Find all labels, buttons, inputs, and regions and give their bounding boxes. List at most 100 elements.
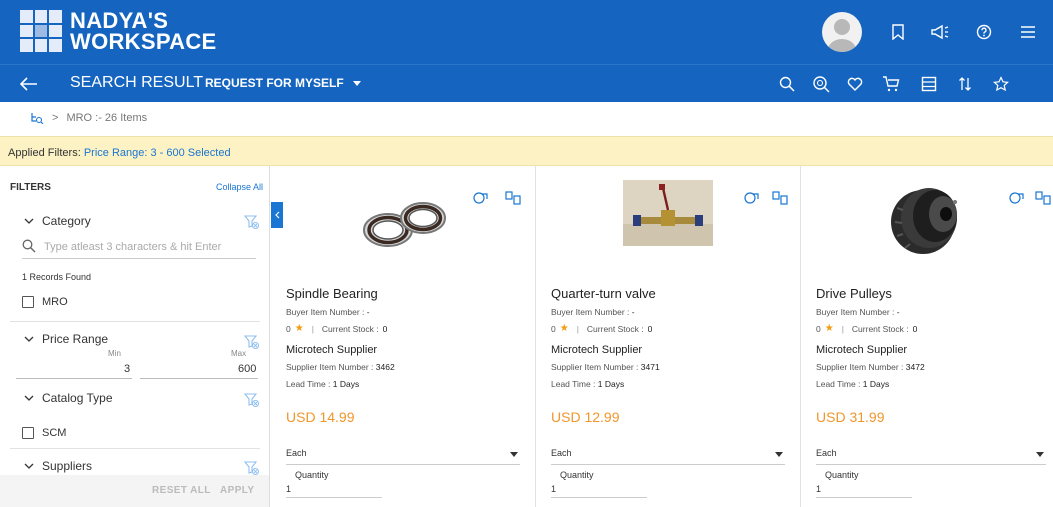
supplier-item-number: Supplier Item Number : 3472 [816,362,925,372]
checkbox[interactable] [22,296,34,308]
product-card[interactable]: Spindle Bearing Buyer Item Number : - 0 … [271,166,536,507]
quantity-input[interactable]: 1 [551,484,647,498]
price-min-underline [16,378,132,379]
search-icon[interactable] [776,73,798,95]
buyer-item-value: - [366,307,370,317]
price-min-input[interactable]: 3 [124,363,130,375]
supplier-name[interactable]: Microtech Supplier [286,344,377,356]
supplier-item-value: 3471 [640,362,660,372]
sort-icon[interactable] [954,73,976,95]
stock-label: Current Stock : [586,323,644,334]
buyer-item-number: Buyer Item Number : - [286,307,370,317]
clear-filter-icon[interactable] [244,334,260,350]
records-found-text: 1 Records Found [22,272,92,282]
request-for-dropdown[interactable]: REQUEST FOR MYSELF [205,76,362,90]
supplier-item-number: Supplier Item Number : 3471 [551,362,660,372]
suppliers-section-toggle[interactable]: Suppliers [24,459,92,473]
announcement-icon[interactable] [928,20,952,44]
cart-icon[interactable] [880,73,902,95]
list-view-icon[interactable] [918,73,940,95]
category-search-placeholder: Type atleast 3 characters & hit Enter [44,241,222,253]
lead-time-value: 1 Days [332,379,360,389]
help-icon[interactable] [972,20,996,44]
product-card[interactable]: Quarter-turn valve Buyer Item Number : -… [536,166,801,507]
filters-sidebar: FILTERS Collapse All Category Type atlea… [0,166,270,507]
caret-down-icon [775,452,783,457]
supplier-name[interactable]: Microtech Supplier [551,344,642,356]
supplier-item-label: Supplier Item Number : [816,362,904,372]
quantity-input[interactable]: 1 [816,484,912,498]
supplier-item-value: 3462 [375,362,395,372]
category-tree-icon[interactable] [30,112,44,124]
divider: | [311,323,314,334]
clear-filter-icon[interactable] [244,460,260,476]
add-to-favorite-icon[interactable] [744,190,760,206]
uom-value: Each [551,448,572,458]
category-search-input[interactable]: Type atleast 3 characters & hit Enter [22,239,256,259]
search-result-title: SEARCH RESULT - [70,74,219,92]
add-to-favorite-icon[interactable] [1009,190,1025,206]
category-option-label: MRO [42,296,68,308]
product-name[interactable]: Quarter-turn valve [551,286,656,301]
product-image-valve[interactable] [623,180,713,246]
page-title: SEARCH RESULT [70,74,203,91]
quantity-label: Quantity [560,470,594,480]
compare-icon[interactable] [772,190,788,206]
price-range-section-toggle[interactable]: Price Range [24,332,108,346]
category-section-toggle[interactable]: Category [24,214,91,228]
clear-filter-icon[interactable] [244,392,260,408]
product-image-bearing[interactable] [348,180,458,260]
add-to-favorite-icon[interactable] [473,190,489,206]
rating-value: 0 [816,323,821,334]
uom-value: Each [816,448,837,458]
product-price: USD 31.99 [816,409,885,425]
heart-icon[interactable] [844,73,866,95]
star-icon[interactable] [990,73,1012,95]
price-max-input[interactable]: 600 [238,363,256,375]
product-card[interactable]: Drive Pulleys Buyer Item Number : - 0 ★ … [801,166,1053,507]
catalog-type-section-toggle[interactable]: Catalog Type [24,391,113,405]
star-icon: ★ [824,323,834,334]
compare-icon[interactable] [1035,190,1051,206]
supplier-name[interactable]: Microtech Supplier [816,344,907,356]
lead-time: Lead Time : 1 Days [816,379,889,389]
hamburger-menu-icon[interactable] [1016,20,1040,44]
applied-filters-banner: Applied Filters: Price Range: 3 - 600 Se… [0,136,1053,166]
unit-of-measure-select[interactable]: Each [286,448,520,465]
quantity-label: Quantity [295,470,329,480]
catalog-option-scm[interactable]: SCM [22,427,66,439]
checkbox[interactable] [22,427,34,439]
product-image-pulley[interactable] [879,178,975,260]
avatar[interactable] [822,12,862,52]
buyer-item-label: Buyer Item Number : [816,307,895,317]
stock-value: 0 [647,323,653,334]
product-price: USD 12.99 [551,409,620,425]
quantity-input[interactable]: 1 [286,484,382,498]
product-name[interactable]: Spindle Bearing [286,286,378,301]
back-arrow-icon[interactable] [18,73,40,95]
reset-all-button[interactable]: RESET ALL [152,485,211,496]
lead-time: Lead Time : 1 Days [551,379,624,389]
apply-button[interactable]: APPLY [220,485,254,496]
buyer-item-label: Buyer Item Number : [551,307,630,317]
product-name[interactable]: Drive Pulleys [816,286,892,301]
applied-filter-value[interactable]: Price Range: 3 - 600 Selected [84,147,231,159]
lead-time-label: Lead Time : [286,379,331,389]
advanced-search-icon[interactable] [810,73,832,95]
stock-label: Current Stock : [851,323,909,334]
bookmark-icon[interactable] [886,20,910,44]
buyer-item-value: - [896,307,900,317]
supplier-item-number: Supplier Item Number : 3462 [286,362,395,372]
catalog-option-label: SCM [42,427,67,439]
buyer-item-label: Buyer Item Number : [286,307,365,317]
unit-of-measure-select[interactable]: Each [551,448,785,465]
unit-of-measure-select[interactable]: Each [816,448,1046,465]
divider: | [576,323,579,334]
chevron-down-icon [24,395,34,401]
section-divider [10,321,260,322]
category-option-mro[interactable]: MRO [22,296,68,308]
collapse-all-link[interactable]: Collapse All [216,182,263,192]
clear-filter-icon[interactable] [244,214,260,230]
request-for-label: REQUEST FOR MYSELF [205,76,344,90]
compare-icon[interactable] [505,190,521,206]
